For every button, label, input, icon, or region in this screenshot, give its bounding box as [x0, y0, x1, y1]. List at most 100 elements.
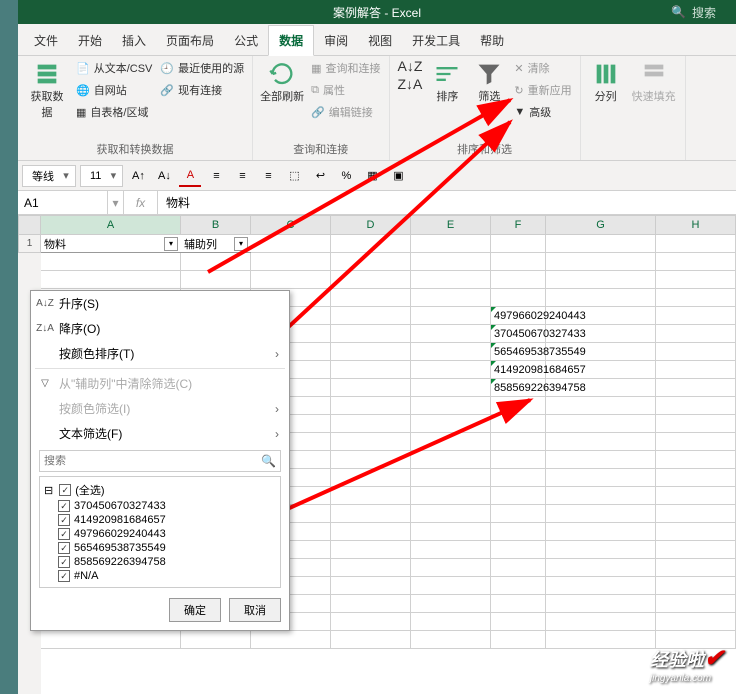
cell[interactable] [656, 559, 736, 577]
cell[interactable] [546, 271, 656, 289]
cell[interactable] [41, 271, 181, 289]
cell[interactable] [491, 253, 546, 271]
cell[interactable] [656, 397, 736, 415]
cell[interactable] [411, 613, 491, 631]
sort-asc-button[interactable]: A↓Z [396, 58, 425, 74]
cell[interactable] [546, 253, 656, 271]
cell[interactable] [546, 505, 656, 523]
cell[interactable] [331, 253, 411, 271]
sort-button[interactable]: 排序 [428, 58, 466, 106]
cell[interactable] [491, 523, 546, 541]
align-right-button[interactable]: ≡ [257, 165, 279, 187]
cell[interactable] [546, 415, 656, 433]
cell[interactable] [181, 253, 251, 271]
cancel-button[interactable]: 取消 [229, 598, 281, 622]
cell[interactable] [656, 271, 736, 289]
cell[interactable] [331, 487, 411, 505]
filter-toggle-icon[interactable]: ▾ [234, 237, 248, 251]
cell[interactable] [491, 289, 546, 307]
filter-check-item[interactable]: ✓565469538735549 [44, 541, 276, 555]
cell[interactable] [331, 361, 411, 379]
cell[interactable] [656, 307, 736, 325]
cell[interactable] [411, 469, 491, 487]
cell[interactable] [546, 469, 656, 487]
cell[interactable] [656, 289, 736, 307]
cell[interactable] [491, 415, 546, 433]
font-select[interactable]: 等线▾ [22, 165, 76, 187]
cell[interactable] [331, 523, 411, 541]
filter-check-item[interactable]: ✓#N/A [44, 569, 276, 583]
cell[interactable] [41, 253, 181, 271]
cell[interactable] [41, 631, 181, 649]
col-header-A[interactable]: A [41, 215, 181, 235]
filter-button[interactable]: 筛选 [470, 58, 508, 106]
ok-button[interactable]: 确定 [169, 598, 221, 622]
cell[interactable] [656, 487, 736, 505]
filter-header[interactable]: 物料▾ [41, 235, 181, 253]
cell[interactable] [656, 343, 736, 361]
cell[interactable] [491, 577, 546, 595]
sort-desc-button[interactable]: Z↓A [396, 76, 425, 92]
cell[interactable] [656, 415, 736, 433]
cell[interactable] [546, 631, 656, 649]
filter-header[interactable]: 辅助列▾ [181, 235, 251, 253]
sort-desc-item[interactable]: Z↓A降序(O) [31, 316, 289, 341]
cell[interactable] [411, 577, 491, 595]
cell[interactable] [411, 397, 491, 415]
tab-开始[interactable]: 开始 [68, 26, 112, 55]
queries-button[interactable]: ▦查询和连接 [309, 58, 382, 78]
filter-check-item[interactable]: ✓370450670327433 [44, 499, 276, 513]
filter-search-input[interactable]: 🔍 [39, 450, 281, 472]
formula-input[interactable]: 物料 [158, 194, 736, 211]
tab-页面布局[interactable]: 页面布局 [156, 26, 224, 55]
cell[interactable] [411, 289, 491, 307]
cell[interactable] [546, 595, 656, 613]
tab-文件[interactable]: 文件 [24, 26, 68, 55]
cell[interactable] [181, 631, 251, 649]
align-center-button[interactable]: ≡ [231, 165, 253, 187]
cell[interactable] [491, 433, 546, 451]
fill-button[interactable]: ▣ [387, 165, 409, 187]
cell[interactable] [331, 541, 411, 559]
cell[interactable] [656, 577, 736, 595]
from-web-button[interactable]: 🌐自网站 [74, 80, 154, 100]
cell[interactable] [411, 631, 491, 649]
cell[interactable] [331, 451, 411, 469]
border-button[interactable]: ▦ [361, 165, 383, 187]
text-filter-item[interactable]: 文本筛选(F)› [31, 421, 289, 446]
cell[interactable] [411, 487, 491, 505]
cell[interactable] [491, 559, 546, 577]
filter-values-list[interactable]: ⊟✓(全选)✓370450670327433✓414920981684657✓4… [39, 476, 281, 588]
cell[interactable] [656, 469, 736, 487]
sort-asc-item[interactable]: A↓Z升序(S) [31, 291, 289, 316]
refresh-all-button[interactable]: 全部刷新 [259, 58, 305, 106]
cell[interactable] [656, 613, 736, 631]
cell[interactable] [331, 343, 411, 361]
col-header-F[interactable]: F [491, 215, 546, 235]
cell[interactable] [656, 541, 736, 559]
merge-button[interactable]: ⬚ [283, 165, 305, 187]
align-left-button[interactable]: ≡ [205, 165, 227, 187]
cell[interactable] [331, 433, 411, 451]
search-box[interactable]: 🔍 搜索 [671, 4, 716, 21]
cell[interactable] [331, 415, 411, 433]
cell[interactable] [331, 505, 411, 523]
cell[interactable] [411, 415, 491, 433]
col-header-D[interactable]: D [331, 215, 411, 235]
cell[interactable] [656, 505, 736, 523]
filter-toggle-icon[interactable]: ▾ [164, 237, 178, 251]
cell[interactable] [331, 469, 411, 487]
tab-插入[interactable]: 插入 [112, 26, 156, 55]
cell[interactable] [546, 559, 656, 577]
col-header-G[interactable]: G [546, 215, 656, 235]
sort-by-color-item[interactable]: 按颜色排序(T)› [31, 341, 289, 366]
cell[interactable] [411, 343, 491, 361]
increase-font-button[interactable]: A↑ [127, 165, 149, 187]
cell[interactable] [331, 631, 411, 649]
cell[interactable] [491, 469, 546, 487]
name-box[interactable]: A1 [18, 191, 108, 214]
cell[interactable] [491, 631, 546, 649]
format-button[interactable]: % [335, 165, 357, 187]
fx-button[interactable]: fx [124, 191, 158, 214]
cell[interactable] [491, 613, 546, 631]
